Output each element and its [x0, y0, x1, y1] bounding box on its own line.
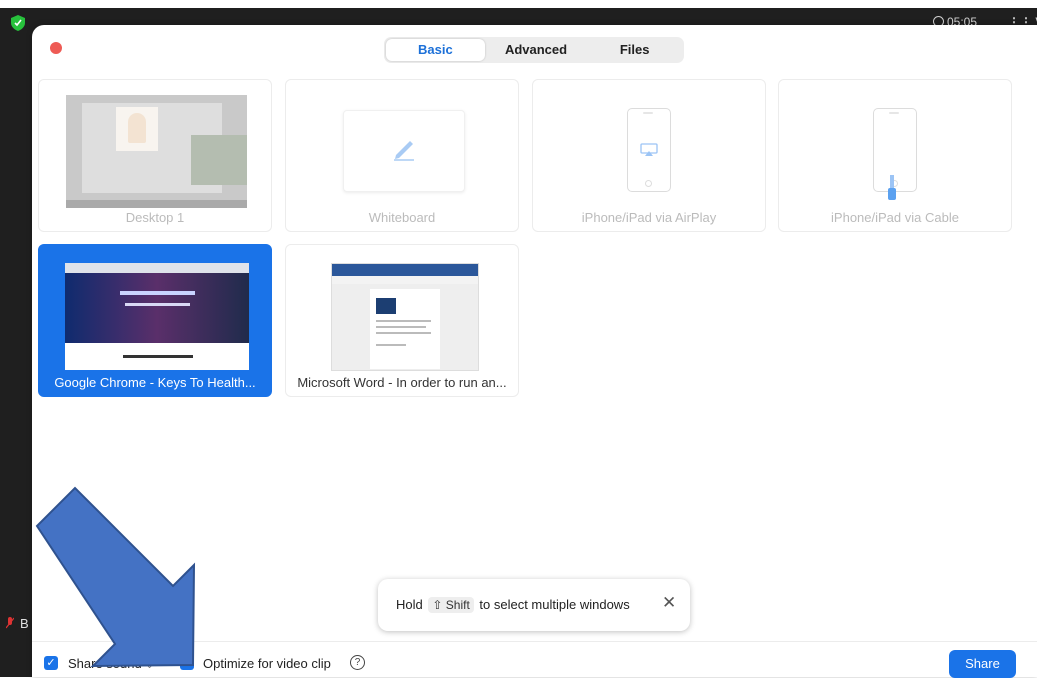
share-sound-label[interactable]: Share sound ⌄: [68, 656, 154, 671]
share-tabs: Basic Advanced Files: [384, 37, 684, 63]
airplay-icon: [640, 143, 658, 156]
source-iphone-airplay[interactable]: iPhone/iPad via AirPlay: [532, 79, 766, 232]
close-icon[interactable]: ✕: [662, 593, 676, 613]
participant-initial: B: [20, 616, 29, 631]
optimize-video-checkbox[interactable]: ✓: [180, 656, 194, 670]
share-button[interactable]: Share: [949, 650, 1016, 678]
word-thumbnail: [331, 263, 479, 371]
multi-select-tip: Hold ⇧ Shift to select multiple windows …: [378, 579, 690, 631]
share-sound-checkbox[interactable]: ✓: [44, 656, 58, 670]
share-screen-dialog: Basic Advanced Files Desktop 1 Whiteboar…: [32, 25, 1037, 678]
source-label: iPhone/iPad via Cable: [831, 210, 959, 225]
whiteboard-thumbnail: [343, 110, 465, 192]
bottom-bar: ✓ Share sound ⌄ ✓ Optimize for video cli…: [32, 641, 1037, 678]
source-iphone-cable[interactable]: iPhone/iPad via Cable: [778, 79, 1012, 232]
chevron-down-icon[interactable]: ⌄: [145, 660, 153, 671]
shift-key-badge: ⇧ Shift: [428, 597, 474, 613]
window-label: Microsoft Word - In order to run an...: [297, 375, 507, 390]
phone-thumbnail: [627, 108, 671, 192]
pen-icon: [394, 141, 414, 161]
source-desktop-1[interactable]: Desktop 1: [38, 79, 272, 232]
close-window-button[interactable]: [50, 42, 62, 54]
window-label: Google Chrome - Keys To Health...: [54, 375, 256, 390]
check-icon: ✓: [182, 657, 192, 669]
desktop-thumbnail: [66, 95, 247, 208]
check-icon: ✓: [46, 657, 56, 669]
source-label: iPhone/iPad via AirPlay: [581, 210, 717, 225]
chrome-thumbnail: [65, 263, 249, 370]
tab-basic[interactable]: Basic: [386, 39, 485, 61]
source-whiteboard[interactable]: Whiteboard: [285, 79, 519, 232]
muted-mic-icon: [6, 617, 14, 629]
phone-thumbnail: [873, 108, 917, 192]
top-edge: [0, 0, 1037, 8]
optimize-video-label[interactable]: Optimize for video clip: [203, 656, 331, 671]
source-label: Desktop 1: [125, 210, 185, 225]
window-microsoft-word[interactable]: Microsoft Word - In order to run an...: [285, 244, 519, 397]
shield-icon: [11, 15, 25, 31]
window-google-chrome[interactable]: Google Chrome - Keys To Health...: [38, 244, 272, 397]
tab-files[interactable]: Files: [585, 37, 684, 63]
tab-advanced[interactable]: Advanced: [487, 37, 586, 63]
help-icon[interactable]: ?: [350, 655, 365, 670]
source-label: Whiteboard: [368, 210, 436, 225]
